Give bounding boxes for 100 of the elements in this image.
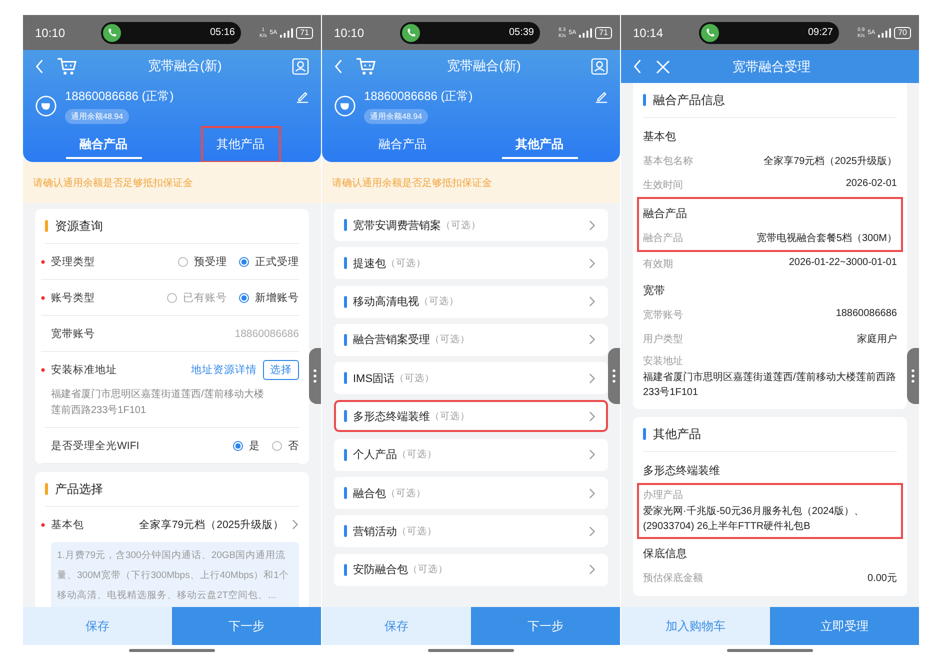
select-button[interactable]: 选择 [263, 360, 299, 380]
field-value: 2026-02-01 [846, 178, 897, 191]
product-list-item[interactable]: 宽带安调费营销案（可选） [334, 209, 608, 241]
accent-bar [45, 483, 48, 495]
call-pill[interactable]: 05:16 [101, 22, 241, 44]
field-label: 办理产品 [643, 488, 684, 502]
clock: 10:14 [633, 26, 664, 40]
profile-icon[interactable] [591, 58, 608, 74]
clock: 10:10 [334, 26, 366, 40]
field-label: 安装地址 [643, 354, 684, 368]
field-label: 融合产品 [643, 232, 683, 245]
chevron-right-icon [292, 519, 299, 530]
signal-icon [280, 28, 294, 38]
group-heading: 多形态终端装维 [643, 464, 721, 479]
clock: 10:10 [35, 26, 66, 40]
radio-option[interactable]: 正式受理 [239, 254, 299, 268]
chevron-right-icon [589, 334, 596, 346]
group-heading: 宽带 [643, 284, 666, 299]
address-text: 福建省厦门市思明区嘉莲街道莲西/莲前移动大楼莲前西路233号1F101 [50, 388, 265, 418]
signal-icon [878, 28, 892, 38]
phone-icon [103, 24, 121, 42]
battery-level: 71 [296, 26, 313, 38]
call-timer: 05:16 [210, 27, 235, 38]
product-list-item[interactable]: 个人产品（可选） [334, 438, 608, 471]
tab[interactable]: 融合产品 [64, 128, 144, 160]
group-heading: 融合产品 [643, 206, 688, 222]
tab[interactable]: 融合产品 [362, 128, 442, 160]
call-pill[interactable]: 09:27 [699, 22, 839, 44]
radio-option[interactable]: 是 [233, 438, 260, 452]
radio-option[interactable]: 新增账号 [239, 290, 299, 304]
field-value: 宽带电视融合套餐5档（300M） [756, 232, 897, 245]
section-title: 产品选择 [55, 480, 103, 498]
profile-icon[interactable] [292, 58, 309, 74]
chevron-right-icon [589, 220, 596, 230]
chevron-right-icon [589, 488, 596, 499]
radio-option[interactable]: 否 [272, 438, 299, 452]
signal-icon [579, 28, 592, 38]
field-value: 0.00元 [868, 572, 897, 585]
balance-tag: 通用余额48.94 [65, 109, 130, 124]
chevron-right-icon [589, 564, 596, 576]
back-icon[interactable] [334, 58, 343, 74]
field-label: 宽带账号 [50, 326, 96, 340]
edit-icon[interactable] [595, 90, 608, 103]
cart-icon[interactable] [56, 56, 78, 76]
product-list-item[interactable]: 多形态终端装维（可选） [334, 400, 608, 432]
group-heading: 保底信息 [643, 546, 688, 562]
notice-banner: 请确认通用余额是否足够抵扣保证金 [23, 162, 321, 203]
chevron-right-icon [589, 526, 596, 537]
page-title: 宽带融合受理 [732, 58, 812, 76]
cart-icon[interactable] [355, 56, 377, 76]
more-icon [911, 369, 915, 383]
product-list-item[interactable]: 移动高清电视（可选） [334, 286, 608, 318]
field-label: 生效时间 [643, 178, 683, 192]
section-title: 资源查询 [55, 218, 103, 234]
field-label: 有效期 [643, 258, 673, 271]
field-value: 爱家光网·千兆版-50元36月服务礼包（2024版）、(29033704) 26上半年FTTR硬件礼包B [643, 504, 866, 534]
page-title: 宽带融合(新) [147, 57, 223, 75]
product-list-item[interactable]: 提速包（可选） [334, 247, 608, 280]
field-value: 18860086686 [234, 328, 299, 340]
package-description: 1.月费79元，含300分钟国内通话、20GB国内通用流量、300M宽带（下行300Mbps、上行40Mbps）和1个移动高清、电视精选服务、移动云盘2T空间包、... [51, 542, 299, 607]
avatar-icon [334, 95, 356, 117]
field-value: 2026-01-22~3000-01-01 [788, 257, 897, 270]
back-icon[interactable] [633, 59, 642, 74]
accent-bar [643, 428, 646, 440]
product-list-item[interactable]: IMS固话（可选） [334, 362, 608, 394]
call-timer: 09:27 [808, 27, 833, 38]
call-timer: 05:39 [508, 27, 534, 38]
call-pill[interactable]: 05:39 [400, 22, 540, 44]
side-handle[interactable] [907, 348, 919, 404]
product-list-item[interactable]: 融合营销案受理（可选） [334, 324, 608, 356]
field-value: 全家享79元档（2025升级版） [764, 154, 897, 168]
chevron-right-icon [589, 410, 596, 422]
field-label: 用户类型 [643, 332, 683, 346]
group-heading: 基本包 [643, 130, 677, 145]
product-list-item[interactable]: 安防融合包（可选） [334, 554, 608, 586]
phone-icon [402, 24, 420, 42]
more-icon [313, 369, 317, 383]
select-value[interactable]: 全家享79元档（2025升级版） [138, 518, 284, 532]
field-value: 福建省厦门市思明区嘉莲街道莲西/莲前移动大楼莲前西路233号1F101 [643, 370, 897, 400]
back-icon[interactable] [35, 58, 44, 74]
product-list-item[interactable]: 营销活动（可选） [334, 515, 608, 548]
side-handle[interactable] [608, 348, 620, 404]
edit-icon[interactable] [296, 90, 309, 103]
field-value: 18860086686 [836, 308, 897, 321]
customer-number: 18860086686 (正常) [65, 88, 174, 105]
accent-bar [45, 220, 48, 232]
chevron-right-icon [589, 449, 596, 460]
section-title: 其他产品 [653, 426, 701, 442]
balance-tag: 通用余额48.94 [364, 109, 428, 124]
close-icon[interactable] [656, 60, 670, 74]
side-handle[interactable] [309, 348, 321, 404]
battery-level: 71 [595, 26, 612, 38]
accent-bar [643, 94, 646, 106]
address-details-link[interactable]: 地址资源详情 [191, 362, 257, 376]
field-label: 基本包名称 [643, 154, 693, 168]
battery-level: 70 [894, 26, 911, 38]
radio-option[interactable]: 预受理 [178, 254, 227, 268]
tab[interactable]: 其他产品 [500, 128, 580, 160]
avatar-icon [35, 95, 57, 117]
product-list-item[interactable]: 融合包（可选） [334, 477, 608, 510]
